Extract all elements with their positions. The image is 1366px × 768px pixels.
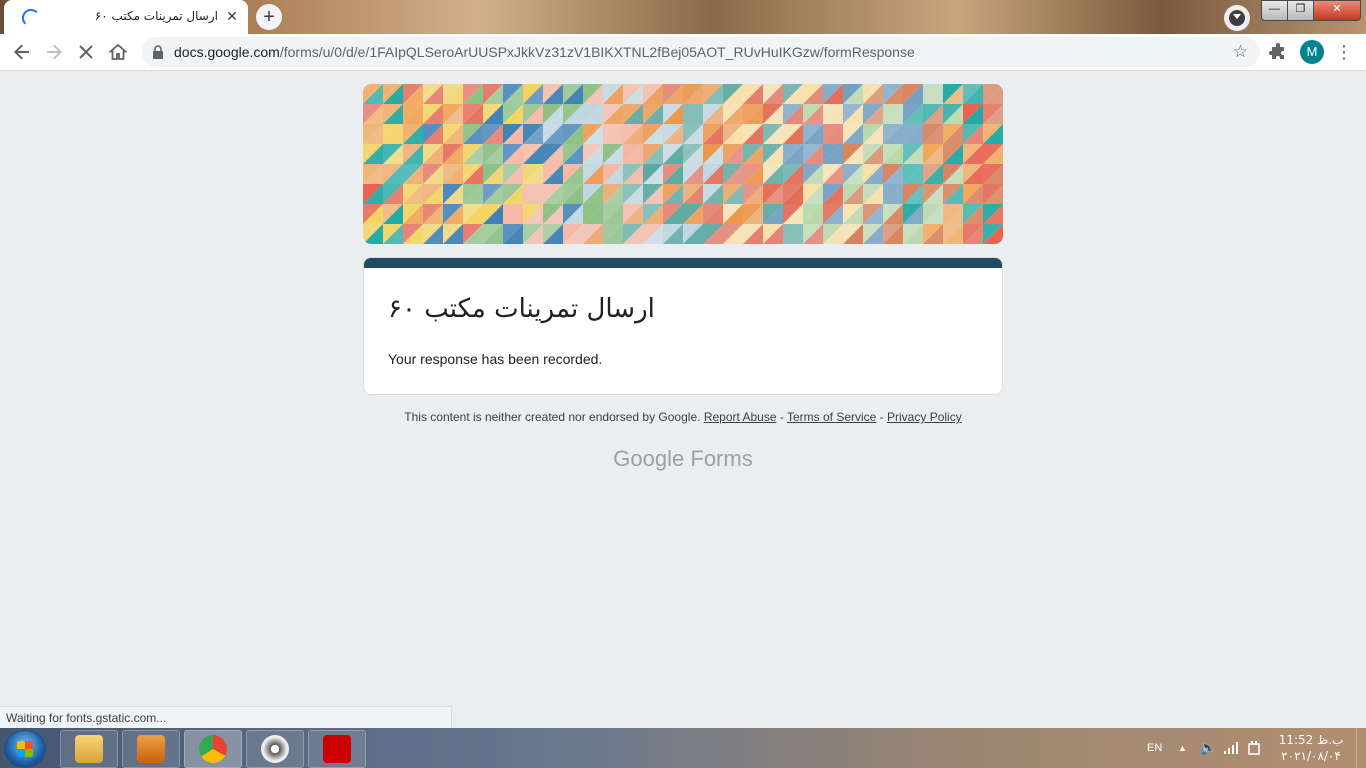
privacy-policy-link[interactable]: Privacy Policy [887, 410, 962, 424]
system-clock[interactable]: 11:52 ب.ظ ۲۰۲۱/۰۸/۰۴ [1278, 732, 1344, 764]
folder-icon [75, 735, 103, 763]
address-bar[interactable]: docs.google.com/forms/u/0/d/e/1FAIpQLSer… [142, 37, 1260, 67]
windows-taskbar: EN ▲ 🔈 11:52 ب.ظ ۲۰۲۱/۰۸/۰۴ [0, 728, 1366, 768]
google-forms-logo[interactable]: Google Forms [363, 446, 1003, 472]
separator: - [876, 410, 888, 424]
arrow-left-icon [14, 44, 29, 60]
disclaimer-text: This content is neither created nor endo… [404, 410, 701, 424]
minimize-button[interactable]: — [1261, 0, 1288, 21]
show-hidden-icons[interactable]: ▲ [1178, 728, 1187, 768]
form-title: ارسال تمرینات مکتب ۶۰ [388, 294, 655, 324]
taskbar-acrobat[interactable] [308, 730, 366, 768]
acrobat-icon [323, 735, 351, 763]
forward-button[interactable] [40, 38, 68, 66]
brand-forms: Forms [690, 446, 753, 471]
chevron-down-icon [1233, 14, 1241, 19]
home-icon [108, 43, 128, 60]
brand-google: Google [613, 446, 685, 471]
confirmation-message: Your response has been recorded. [388, 351, 603, 367]
maximize-button[interactable]: ❐ [1287, 0, 1314, 21]
taskbar-chrome[interactable] [184, 730, 242, 768]
media-player-icon [137, 735, 165, 763]
form-header-image [363, 84, 1003, 244]
card-accent-bar [364, 258, 1002, 268]
web-icon [261, 735, 289, 763]
back-button[interactable] [8, 38, 36, 66]
network-signal-icon[interactable] [1224, 742, 1240, 754]
url-text: docs.google.com/forms/u/0/d/e/1FAIpQLSer… [174, 44, 915, 60]
profile-avatar[interactable]: M [1300, 40, 1324, 64]
url-host: docs.google.com [174, 44, 280, 60]
lock-icon [153, 45, 163, 59]
taskbar-explorer[interactable] [60, 730, 118, 768]
terms-of-service-link[interactable]: Terms of Service [787, 410, 876, 424]
browser-tab[interactable]: ارسال تمرینات مکتب ۶۰ ✕ [4, 0, 248, 34]
report-abuse-link[interactable]: Report Abuse [704, 410, 777, 424]
taskbar-media-player[interactable] [122, 730, 180, 768]
tab-close-icon[interactable]: ✕ [224, 8, 240, 24]
windows-logo-icon [17, 741, 33, 757]
url-path: /forms/u/0/d/e/1FAIpQLSeroArUUSPxJkkVz31… [279, 44, 915, 60]
bookmark-star-icon[interactable]: ☆ [1233, 42, 1248, 62]
volume-icon[interactable]: 🔈 [1200, 728, 1216, 768]
new-tab-button[interactable]: + [256, 4, 282, 30]
close-window-button[interactable]: ✕ [1313, 0, 1361, 21]
clock-date: ۲۰۲۱/۰۸/۰۴ [1281, 749, 1341, 763]
loading-status-bar: Waiting for fonts.gstatic.com... [0, 706, 452, 728]
taskbar-spider-app[interactable] [246, 730, 304, 768]
start-button[interactable] [4, 730, 46, 768]
tab-search-button[interactable] [1224, 5, 1250, 31]
loading-spinner-icon [22, 9, 40, 27]
tab-title: ارسال تمرینات مکتب ۶۰ [94, 9, 218, 23]
close-icon [79, 45, 93, 59]
separator: - [776, 410, 787, 424]
home-button[interactable] [104, 38, 132, 66]
browser-toolbar: docs.google.com/forms/u/0/d/e/1FAIpQLSer… [0, 34, 1366, 71]
chrome-icon [199, 735, 227, 763]
show-desktop-button[interactable] [1356, 728, 1366, 768]
arrow-right-icon [47, 44, 62, 60]
language-indicator[interactable]: EN [1147, 728, 1162, 768]
clock-time: 11:52 ب.ظ [1278, 733, 1344, 747]
more-menu-icon[interactable]: ⋮ [1334, 39, 1354, 65]
form-footer: This content is neither created nor endo… [363, 410, 1003, 424]
extensions-puzzle-icon[interactable] [1268, 43, 1288, 63]
tab-strip: ارسال تمرینات مکتب ۶۰ ✕ + — ❐ ✕ [0, 0, 1366, 34]
power-plug-icon[interactable] [1248, 741, 1260, 755]
stop-loading-button[interactable] [72, 38, 100, 66]
confirmation-card: ارسال تمرینات مکتب ۶۰ Your response has … [363, 257, 1003, 395]
